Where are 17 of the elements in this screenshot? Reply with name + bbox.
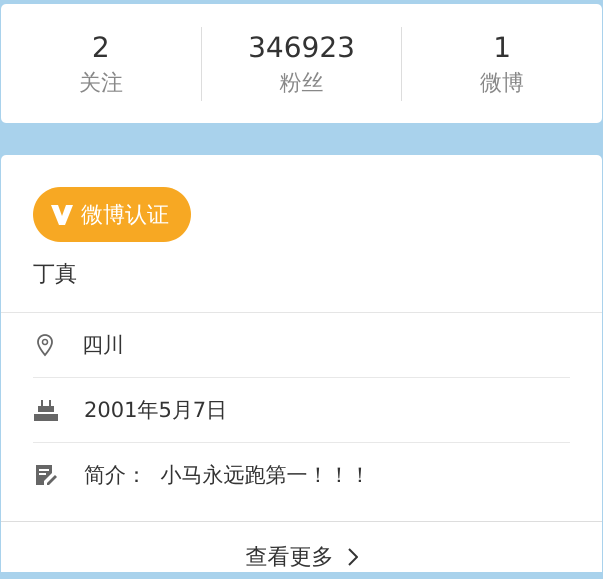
stat-label: 粉丝 (280, 70, 324, 98)
cake-icon (34, 398, 58, 422)
stat-label: 微博 (480, 70, 524, 98)
user-name: 丁真 (33, 261, 77, 289)
v-mark-icon (51, 204, 73, 224)
stat-count: 346923 (248, 30, 355, 66)
detail-text: 简介： 小马永远跑第一！！！ (84, 462, 370, 489)
chevron-right-icon (348, 548, 358, 566)
badge-label: 微博认证 (81, 202, 169, 230)
detail-text: 2001年5月7日 (84, 397, 228, 424)
edit-note-icon (34, 463, 58, 487)
stat-label: 关注 (78, 70, 123, 98)
location-pin-icon (34, 333, 56, 357)
detail-text: 四川 (82, 332, 124, 359)
more-link[interactable]: 查看更多 (246, 542, 358, 572)
stat-count: 2 (92, 30, 110, 66)
stat-count: 1 (493, 30, 512, 66)
